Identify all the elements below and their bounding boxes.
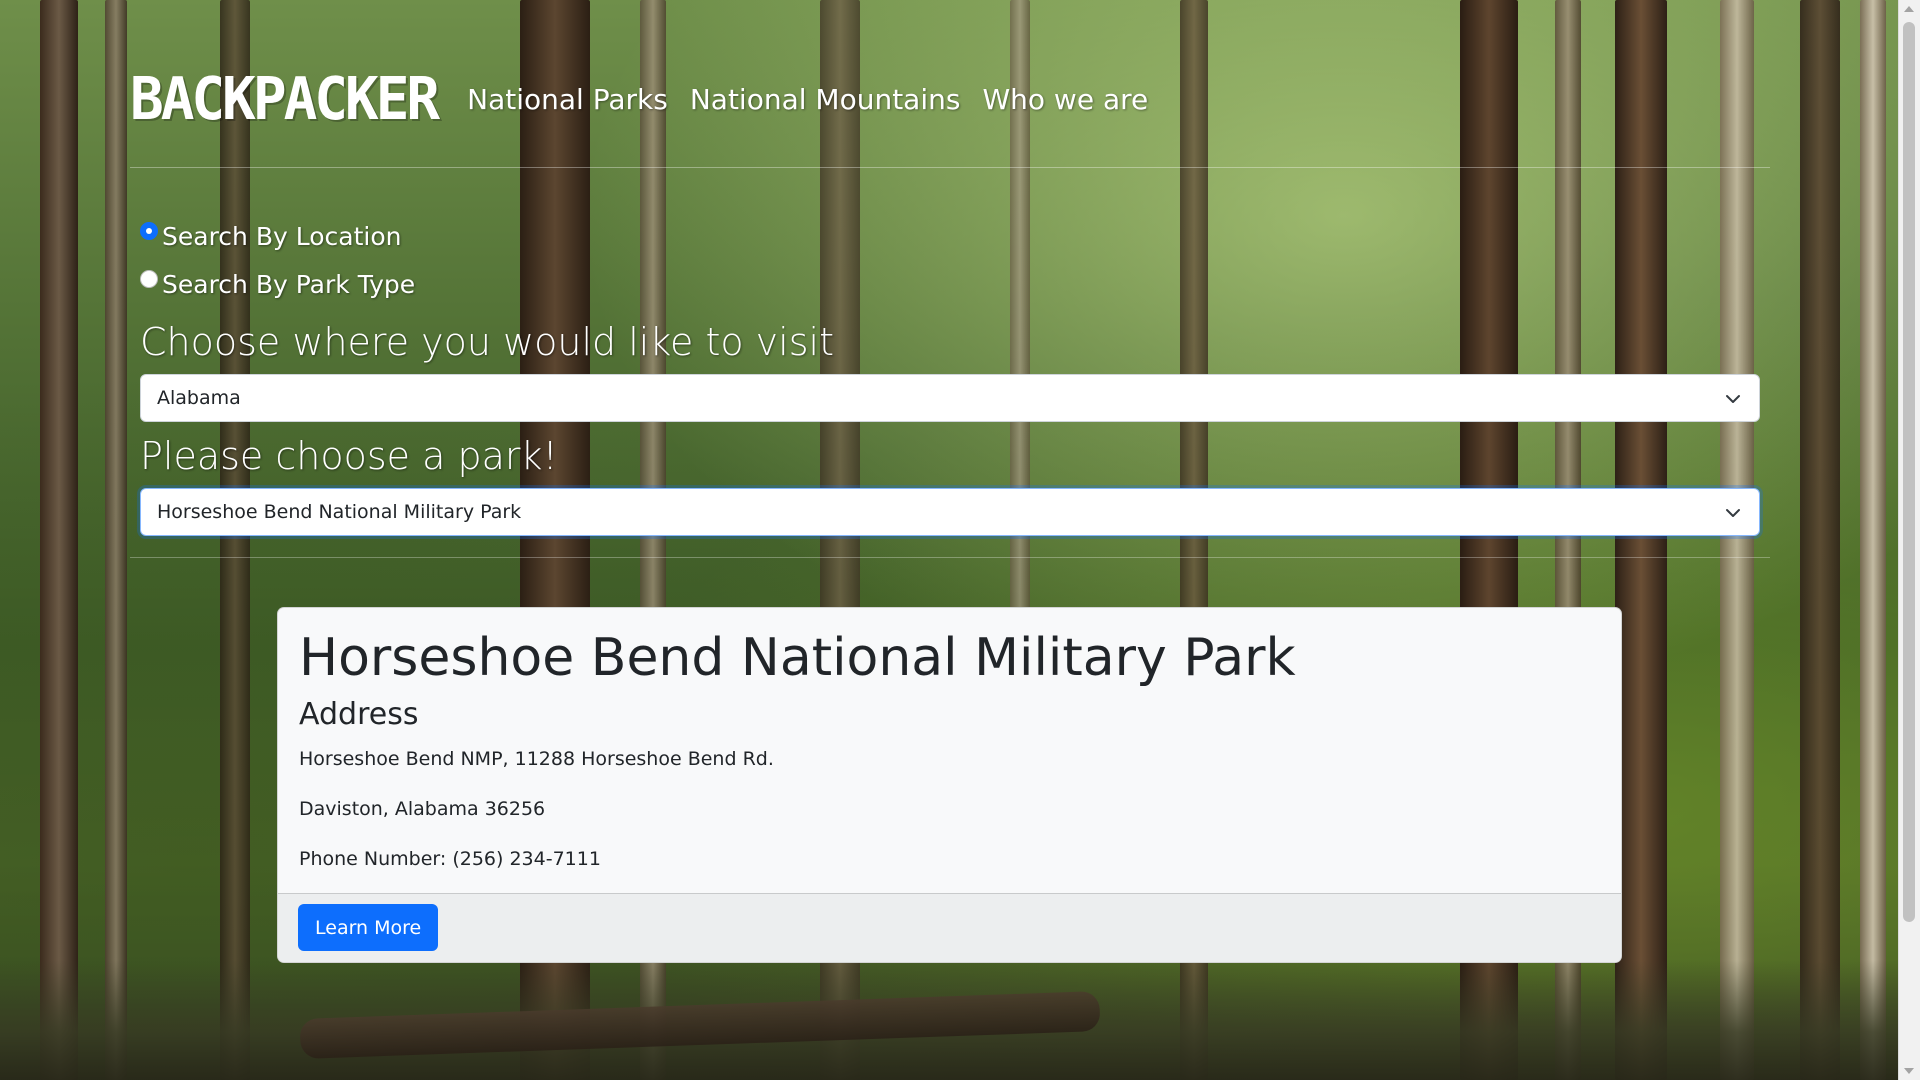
chevron-down-icon: [1726, 509, 1740, 517]
card-footer: Learn More: [278, 893, 1621, 962]
park-select[interactable]: Horseshoe Bend National Military Park: [140, 488, 1760, 536]
address-line-2: Daviston, Alabama 36256: [299, 798, 546, 821]
card-body: Horseshoe Bend National Military Park Ad…: [278, 608, 1621, 872]
nav-national-parks[interactable]: National Parks: [467, 83, 668, 116]
address-line-1: Horseshoe Bend NMP, 11288 Horseshoe Bend…: [299, 748, 774, 771]
location-select[interactable]: Alabama: [140, 374, 1760, 422]
navbar: BACKPACKER National Parks National Mount…: [130, 64, 1170, 134]
brand-logo[interactable]: BACKPACKER: [130, 65, 440, 133]
location-heading: Choose where you would like to visit: [140, 320, 834, 364]
divider: [130, 167, 1770, 168]
divider: [130, 557, 1770, 558]
radio-unchecked-icon[interactable]: [140, 269, 158, 288]
phone-number: Phone Number: (256) 234-7111: [299, 848, 601, 871]
scroll-up-icon[interactable]: [1904, 6, 1914, 12]
learn-more-button[interactable]: Learn More: [298, 904, 439, 951]
page: BACKPACKER National Parks National Mount…: [0, 0, 1920, 1080]
scrollbar[interactable]: [1898, 0, 1920, 1080]
nav-national-mountains[interactable]: National Mountains: [690, 83, 961, 116]
park-heading: Please choose a park!: [140, 434, 558, 478]
nav-who-we-are[interactable]: Who we are: [982, 83, 1148, 116]
radio-search-by-location[interactable]: Search By Location: [140, 221, 402, 251]
location-select-value: Alabama: [157, 387, 241, 409]
radio-search-by-park-type[interactable]: Search By Park Type: [140, 269, 416, 299]
chevron-down-icon: [1726, 395, 1740, 403]
address-heading: Address: [299, 697, 419, 733]
radio-label: Search By Park Type: [162, 270, 416, 299]
radio-label: Search By Location: [162, 222, 402, 251]
park-card: Horseshoe Bend National Military Park Ad…: [277, 607, 1622, 963]
park-title: Horseshoe Bend National Military Park: [299, 628, 1296, 688]
radio-checked-icon[interactable]: [140, 221, 158, 240]
scroll-down-icon[interactable]: [1904, 1068, 1914, 1074]
scrollbar-thumb[interactable]: [1903, 22, 1915, 922]
park-select-value: Horseshoe Bend National Military Park: [157, 501, 522, 523]
